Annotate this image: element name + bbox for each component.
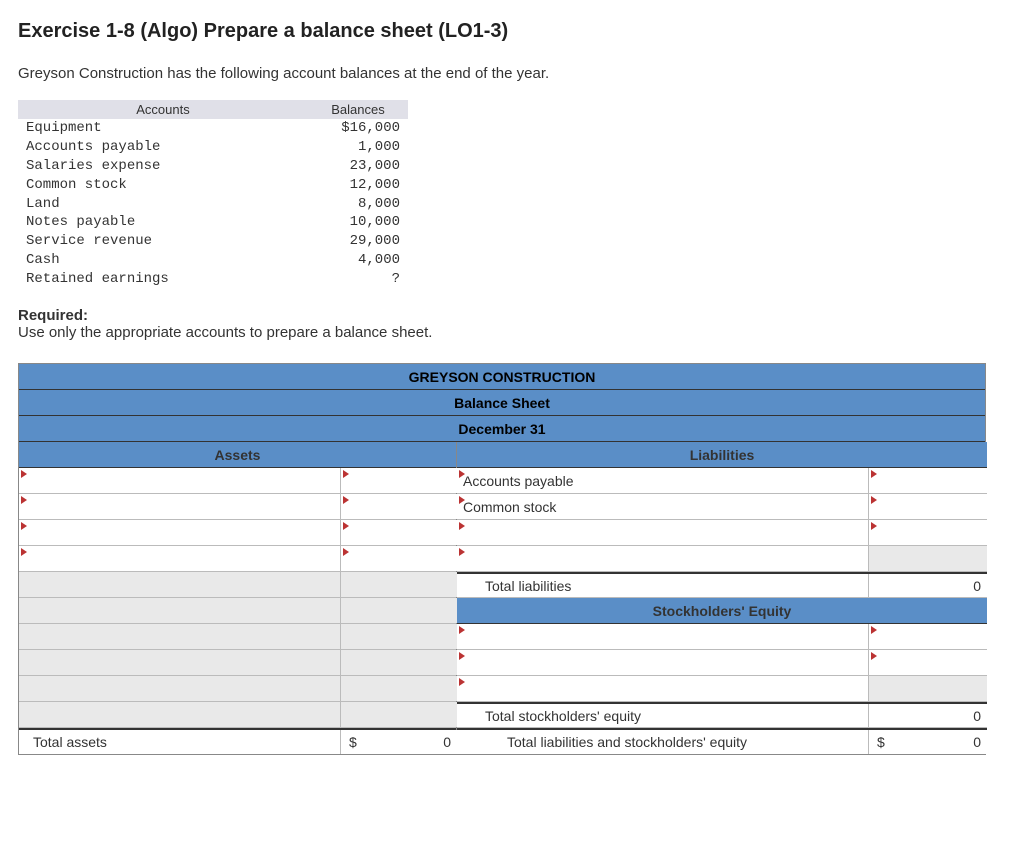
dropdown-icon	[871, 626, 877, 634]
liability-account-dropdown[interactable]: Accounts payable	[457, 468, 869, 493]
liability-amount-input[interactable]	[869, 520, 987, 545]
blank-cell	[341, 650, 457, 675]
account-balance: 12,000	[308, 176, 408, 195]
dropdown-icon	[343, 470, 349, 478]
dropdown-icon	[459, 496, 465, 504]
dropdown-icon	[21, 548, 27, 556]
balance-sheet: GREYSON CONSTRUCTION Balance Sheet Decem…	[18, 363, 986, 755]
balances-col-header: Balances	[308, 100, 408, 119]
blank-cell	[341, 598, 457, 623]
asset-amount-input[interactable]	[341, 494, 457, 519]
blank-cell	[341, 572, 457, 597]
total-liab-equity-label: Total liabilities and stockholders' equi…	[457, 730, 869, 754]
blank-cell	[341, 676, 457, 701]
asset-amount-input[interactable]	[341, 468, 457, 493]
dropdown-icon	[459, 548, 465, 556]
dropdown-icon	[871, 522, 877, 530]
bs-date: December 31	[19, 416, 985, 442]
asset-amount-input[interactable]	[341, 546, 457, 571]
total-assets-label: Total assets	[19, 730, 341, 754]
dropdown-icon	[459, 678, 465, 686]
liability-account-dropdown[interactable]	[457, 546, 869, 571]
blank-cell	[19, 598, 341, 623]
dropdown-icon	[871, 652, 877, 660]
blank-cell	[19, 572, 341, 597]
dropdown-icon	[459, 470, 465, 478]
account-name: Retained earnings	[18, 270, 308, 289]
total-assets-value: 0	[341, 730, 457, 754]
liability-amount-input[interactable]	[869, 494, 987, 519]
liabilities-header: Liabilities	[457, 442, 987, 468]
blank-cell	[19, 702, 341, 727]
liability-account-dropdown[interactable]: Common stock	[457, 494, 869, 519]
equity-account-dropdown[interactable]	[457, 624, 869, 649]
page-title: Exercise 1-8 (Algo) Prepare a balance sh…	[18, 20, 1006, 43]
equity-header: Stockholders' Equity	[457, 598, 987, 624]
blank-cell	[19, 650, 341, 675]
accounts-col-header: Accounts	[18, 100, 308, 119]
dropdown-icon	[21, 522, 27, 530]
dropdown-icon	[343, 548, 349, 556]
total-equity-value: 0	[869, 704, 987, 727]
account-name: Accounts payable	[18, 138, 308, 157]
intro-text: Greyson Construction has the following a…	[18, 65, 1006, 82]
account-balance: 4,000	[308, 251, 408, 270]
asset-account-dropdown[interactable]	[19, 494, 341, 519]
account-balance: 1,000	[308, 138, 408, 157]
account-balance: ?	[308, 270, 408, 289]
total-equity-label: Total stockholders' equity	[457, 704, 869, 727]
account-name: Notes payable	[18, 213, 308, 232]
account-name: Land	[18, 195, 308, 214]
account-balance: 8,000	[308, 195, 408, 214]
assets-header: Assets	[19, 442, 456, 468]
asset-account-dropdown[interactable]	[19, 468, 341, 493]
required-label: Required:	[18, 307, 1006, 324]
total-liabilities-value: 0	[869, 574, 987, 597]
blank-cell	[19, 624, 341, 649]
equity-account-dropdown[interactable]	[457, 650, 869, 675]
liability-account-dropdown[interactable]	[457, 520, 869, 545]
total-liabilities-label: Total liabilities	[457, 574, 869, 597]
liabilities-equity-column: Liabilities Accounts payable Common stoc…	[457, 442, 987, 754]
account-name: Equipment	[18, 119, 308, 138]
total-liab-equity-value: 0	[869, 730, 987, 754]
liability-amount-input[interactable]	[869, 468, 987, 493]
dropdown-icon	[21, 496, 27, 504]
account-balance: 29,000	[308, 232, 408, 251]
asset-account-dropdown[interactable]	[19, 520, 341, 545]
account-name: Salaries expense	[18, 157, 308, 176]
account-balance: 23,000	[308, 157, 408, 176]
equity-amount-input[interactable]	[869, 624, 987, 649]
equity-account-dropdown[interactable]	[457, 676, 869, 701]
dropdown-icon	[343, 522, 349, 530]
blank-cell	[869, 546, 987, 571]
equity-amount-input[interactable]	[869, 650, 987, 675]
account-balance: 10,000	[308, 213, 408, 232]
account-name: Service revenue	[18, 232, 308, 251]
dropdown-icon	[459, 522, 465, 530]
dropdown-icon	[459, 626, 465, 634]
blank-cell	[341, 702, 457, 727]
asset-account-dropdown[interactable]	[19, 546, 341, 571]
required-text: Use only the appropriate accounts to pre…	[18, 324, 1006, 341]
blank-cell	[19, 676, 341, 701]
bs-company: GREYSON CONSTRUCTION	[19, 364, 985, 390]
accounts-table: Accounts Balances Equipment$16,000 Accou…	[18, 100, 408, 289]
blank-cell	[869, 676, 987, 701]
account-balance: $16,000	[308, 119, 408, 138]
liability-account-value: Accounts payable	[463, 473, 574, 489]
asset-amount-input[interactable]	[341, 520, 457, 545]
blank-cell	[341, 624, 457, 649]
dropdown-icon	[343, 496, 349, 504]
dropdown-icon	[21, 470, 27, 478]
assets-column: Assets	[19, 442, 457, 754]
dropdown-icon	[871, 470, 877, 478]
bs-title: Balance Sheet	[19, 390, 985, 416]
dropdown-icon	[459, 652, 465, 660]
liability-account-value: Common stock	[463, 499, 556, 515]
account-name: Cash	[18, 251, 308, 270]
account-name: Common stock	[18, 176, 308, 195]
dropdown-icon	[871, 496, 877, 504]
